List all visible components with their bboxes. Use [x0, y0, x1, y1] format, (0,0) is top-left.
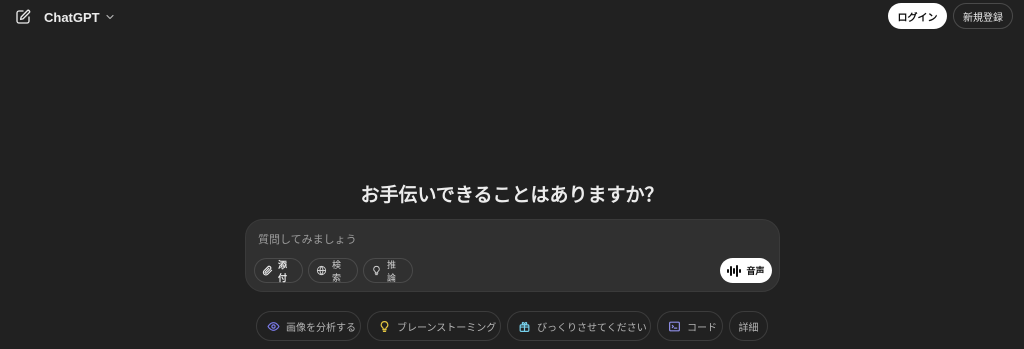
- code-icon: [668, 320, 681, 333]
- attach-label: 添付: [278, 260, 288, 284]
- prompt-input[interactable]: [258, 230, 658, 248]
- suggestion-more[interactable]: 詳細: [729, 311, 768, 341]
- edit-pencil-icon: [15, 9, 31, 25]
- suggestion-surprise-me[interactable]: びっくりさせてください: [507, 311, 651, 341]
- suggestion-brainstorm[interactable]: ブレーンストーミング: [367, 311, 501, 341]
- suggestion-label: コード: [687, 322, 717, 334]
- suggestion-label: 詳細: [738, 322, 759, 334]
- composer: 添付 検索 推論: [245, 219, 780, 292]
- signup-button[interactable]: 新規登録: [953, 3, 1013, 29]
- chatgpt-home: ChatGPT ログイン 新規登録 お手伝いできることはありますか？ 添付: [0, 0, 1024, 349]
- voice-button[interactable]: 音声: [720, 258, 772, 283]
- suggestion-label: びっくりさせてください: [537, 322, 647, 334]
- suggestion-analyze-image[interactable]: 画像を分析する: [256, 311, 361, 341]
- suggestion-label: 画像を分析する: [286, 322, 356, 334]
- waveform-icon: [727, 264, 742, 277]
- globe-icon: [316, 265, 327, 276]
- lightbulb-icon: [378, 320, 391, 333]
- search-label: 検索: [332, 260, 342, 284]
- suggestion-code[interactable]: コード: [657, 311, 723, 341]
- gift-icon: [518, 320, 531, 333]
- voice-label: 音声: [746, 267, 765, 277]
- paperclip-icon: [262, 265, 273, 276]
- page-title: お手伝いできることはありますか？: [360, 184, 664, 206]
- model-switcher[interactable]: ChatGPT: [44, 6, 116, 28]
- new-chat-button[interactable]: [12, 6, 34, 28]
- suggestion-label: ブレーンストーミング: [397, 322, 497, 334]
- attach-button[interactable]: 添付: [254, 258, 303, 284]
- lightbulb-icon: [371, 265, 382, 276]
- model-name: ChatGPT: [44, 9, 100, 25]
- reason-button[interactable]: 推論: [363, 258, 413, 284]
- search-button[interactable]: 検索: [308, 258, 358, 284]
- reason-label: 推論: [387, 260, 397, 284]
- login-button[interactable]: ログイン: [888, 3, 947, 29]
- chevron-down-icon: [104, 11, 116, 23]
- eye-icon: [267, 320, 280, 333]
